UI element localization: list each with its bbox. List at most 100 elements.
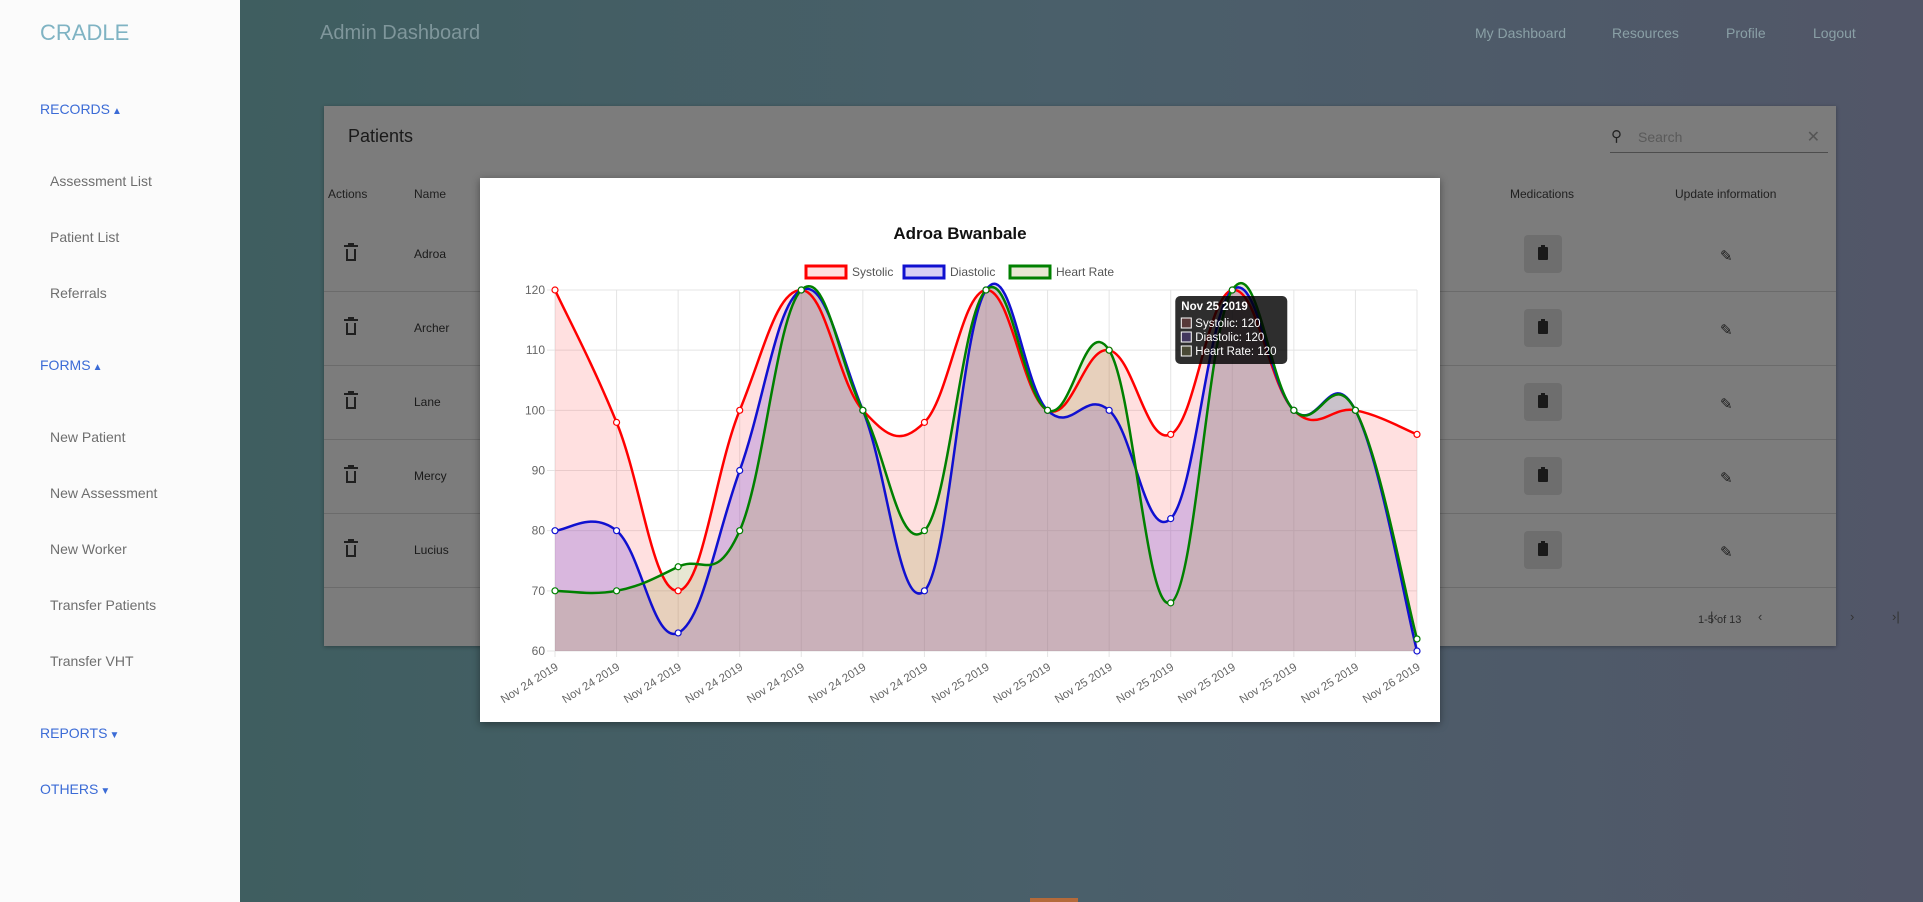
sidebar-item-new-assessment[interactable]: New Assessment (50, 485, 157, 501)
sidebar-section-forms[interactable]: FORMS ▲ (40, 357, 102, 373)
sidebar-item-new-worker[interactable]: New Worker (50, 541, 127, 557)
sidebar-item-assessment-list[interactable]: Assessment List (50, 173, 152, 189)
x-tick-label: Nov 25 2019 (930, 661, 992, 706)
data-point (920, 418, 929, 426)
x-tick-label: Nov 25 2019 (1115, 661, 1177, 706)
patient-name: Mercy (414, 469, 447, 483)
sidebar-item-referrals[interactable]: Referrals (50, 285, 107, 301)
chart-title: Adroa Bwanbale (893, 224, 1026, 243)
previous-page-button[interactable]: ‹ (1758, 609, 1762, 624)
tooltip-title: Nov 25 2019 (1181, 301, 1248, 313)
trash-icon[interactable] (344, 317, 358, 337)
tooltip-swatch (1180, 317, 1192, 329)
legend-swatch (804, 264, 848, 280)
taskbar-indicator (1030, 898, 1078, 902)
data-point (1167, 515, 1175, 523)
x-tick-label: Nov 24 2019 (499, 661, 561, 706)
search-box: ⚲ ✕ (1610, 124, 1828, 153)
pencil-icon[interactable]: ✎ (1720, 321, 1733, 339)
tooltip-line: Heart Rate: 120 (1195, 346, 1276, 358)
section-label: OTHERS (40, 781, 99, 797)
data-point (920, 527, 929, 535)
data-point (736, 527, 744, 535)
column-header-name[interactable]: Name (414, 187, 446, 201)
brand-logo[interactable]: CRADLE (40, 20, 129, 46)
caret-down-icon: ▼ (100, 786, 111, 797)
sidebar-item-new-patient[interactable]: New Patient (50, 429, 125, 445)
data-point (674, 563, 682, 571)
medications-button[interactable] (1524, 457, 1562, 495)
x-tick-label: Nov 25 2019 (1176, 661, 1238, 706)
section-label: FORMS (40, 357, 91, 373)
data-point (920, 587, 929, 595)
data-point (1043, 406, 1052, 414)
column-header-medications[interactable]: Medications (1510, 187, 1574, 201)
nav-logout[interactable]: Logout (1813, 25, 1856, 41)
data-point (982, 286, 990, 294)
close-icon[interactable]: ✕ (1807, 127, 1820, 147)
y-tick-label: 70 (532, 584, 546, 598)
trash-icon[interactable] (344, 243, 358, 263)
legend-swatch (902, 264, 946, 280)
clipboard-icon (1538, 467, 1548, 482)
pencil-icon[interactable]: ✎ (1720, 247, 1733, 265)
medications-button[interactable] (1524, 531, 1562, 569)
sidebar-section-records[interactable]: RECORDS ▲ (40, 101, 122, 117)
y-tick-label: 90 (532, 464, 546, 478)
nav-my-dashboard[interactable]: My Dashboard (1475, 25, 1566, 41)
sidebar-item-transfer-vht[interactable]: Transfer VHT (50, 653, 134, 669)
table-title: Patients (348, 126, 414, 146)
caret-up-icon: ▲ (92, 362, 103, 373)
data-point (674, 629, 682, 637)
data-point (1351, 406, 1360, 414)
tooltip-line: Systolic: 120 (1195, 318, 1260, 330)
data-point (1105, 346, 1113, 354)
tooltip-swatch (1180, 331, 1192, 343)
data-point (551, 286, 559, 294)
sidebar-section-reports[interactable]: REPORTS ▼ (40, 725, 119, 741)
x-tick-label: Nov 24 2019 (868, 661, 930, 706)
sidebar-section-others[interactable]: OTHERS ▼ (40, 781, 110, 797)
tooltip-line: Diastolic: 120 (1195, 332, 1264, 344)
trash-icon[interactable] (344, 391, 358, 411)
sidebar-item-transfer-patients[interactable]: Transfer Patients (50, 597, 156, 613)
tooltip-swatch (1180, 345, 1192, 357)
pencil-icon[interactable]: ✎ (1720, 469, 1733, 487)
y-tick-label: 120 (525, 283, 545, 297)
data-point (736, 466, 744, 475)
data-point (612, 418, 621, 426)
data-point (1413, 635, 1421, 643)
data-point (1167, 599, 1175, 607)
data-point (859, 406, 867, 414)
series-area (555, 283, 1417, 651)
sidebar-item-patient-list[interactable]: Patient List (50, 229, 119, 245)
section-label: REPORTS (40, 725, 108, 741)
data-point (1413, 647, 1421, 655)
data-point (1105, 406, 1113, 414)
data-point (1290, 406, 1298, 414)
x-tick-label: Nov 24 2019 (622, 661, 684, 706)
next-page-button[interactable]: › (1850, 609, 1854, 624)
pencil-icon[interactable]: ✎ (1720, 543, 1733, 561)
nav-profile[interactable]: Profile (1726, 25, 1766, 41)
y-tick-label: 110 (526, 343, 545, 357)
legend-label: Heart Rate (1056, 265, 1114, 279)
x-tick-label: Nov 26 2019 (1361, 661, 1423, 706)
clipboard-icon (1538, 541, 1548, 556)
medications-button[interactable] (1524, 309, 1562, 347)
chart-dialog: Adroa Bwanbale Systolic Diastolic Heart Rat… (480, 178, 1440, 722)
pencil-icon[interactable]: ✎ (1720, 395, 1733, 413)
nav-resources[interactable]: Resources (1612, 25, 1679, 41)
data-point (1413, 430, 1421, 438)
search-input[interactable] (1636, 128, 1800, 146)
y-tick-label: 60 (532, 644, 546, 658)
column-header-update-information[interactable]: Update information (1675, 187, 1776, 201)
medications-button[interactable] (1524, 235, 1562, 273)
data-point (1228, 286, 1236, 294)
last-page-button[interactable]: ›| (1892, 609, 1900, 624)
trash-icon[interactable] (344, 539, 358, 559)
data-point (1167, 430, 1175, 438)
medications-button[interactable] (1524, 383, 1562, 421)
trash-icon[interactable] (344, 465, 358, 485)
column-header-actions[interactable]: Actions (328, 187, 367, 201)
